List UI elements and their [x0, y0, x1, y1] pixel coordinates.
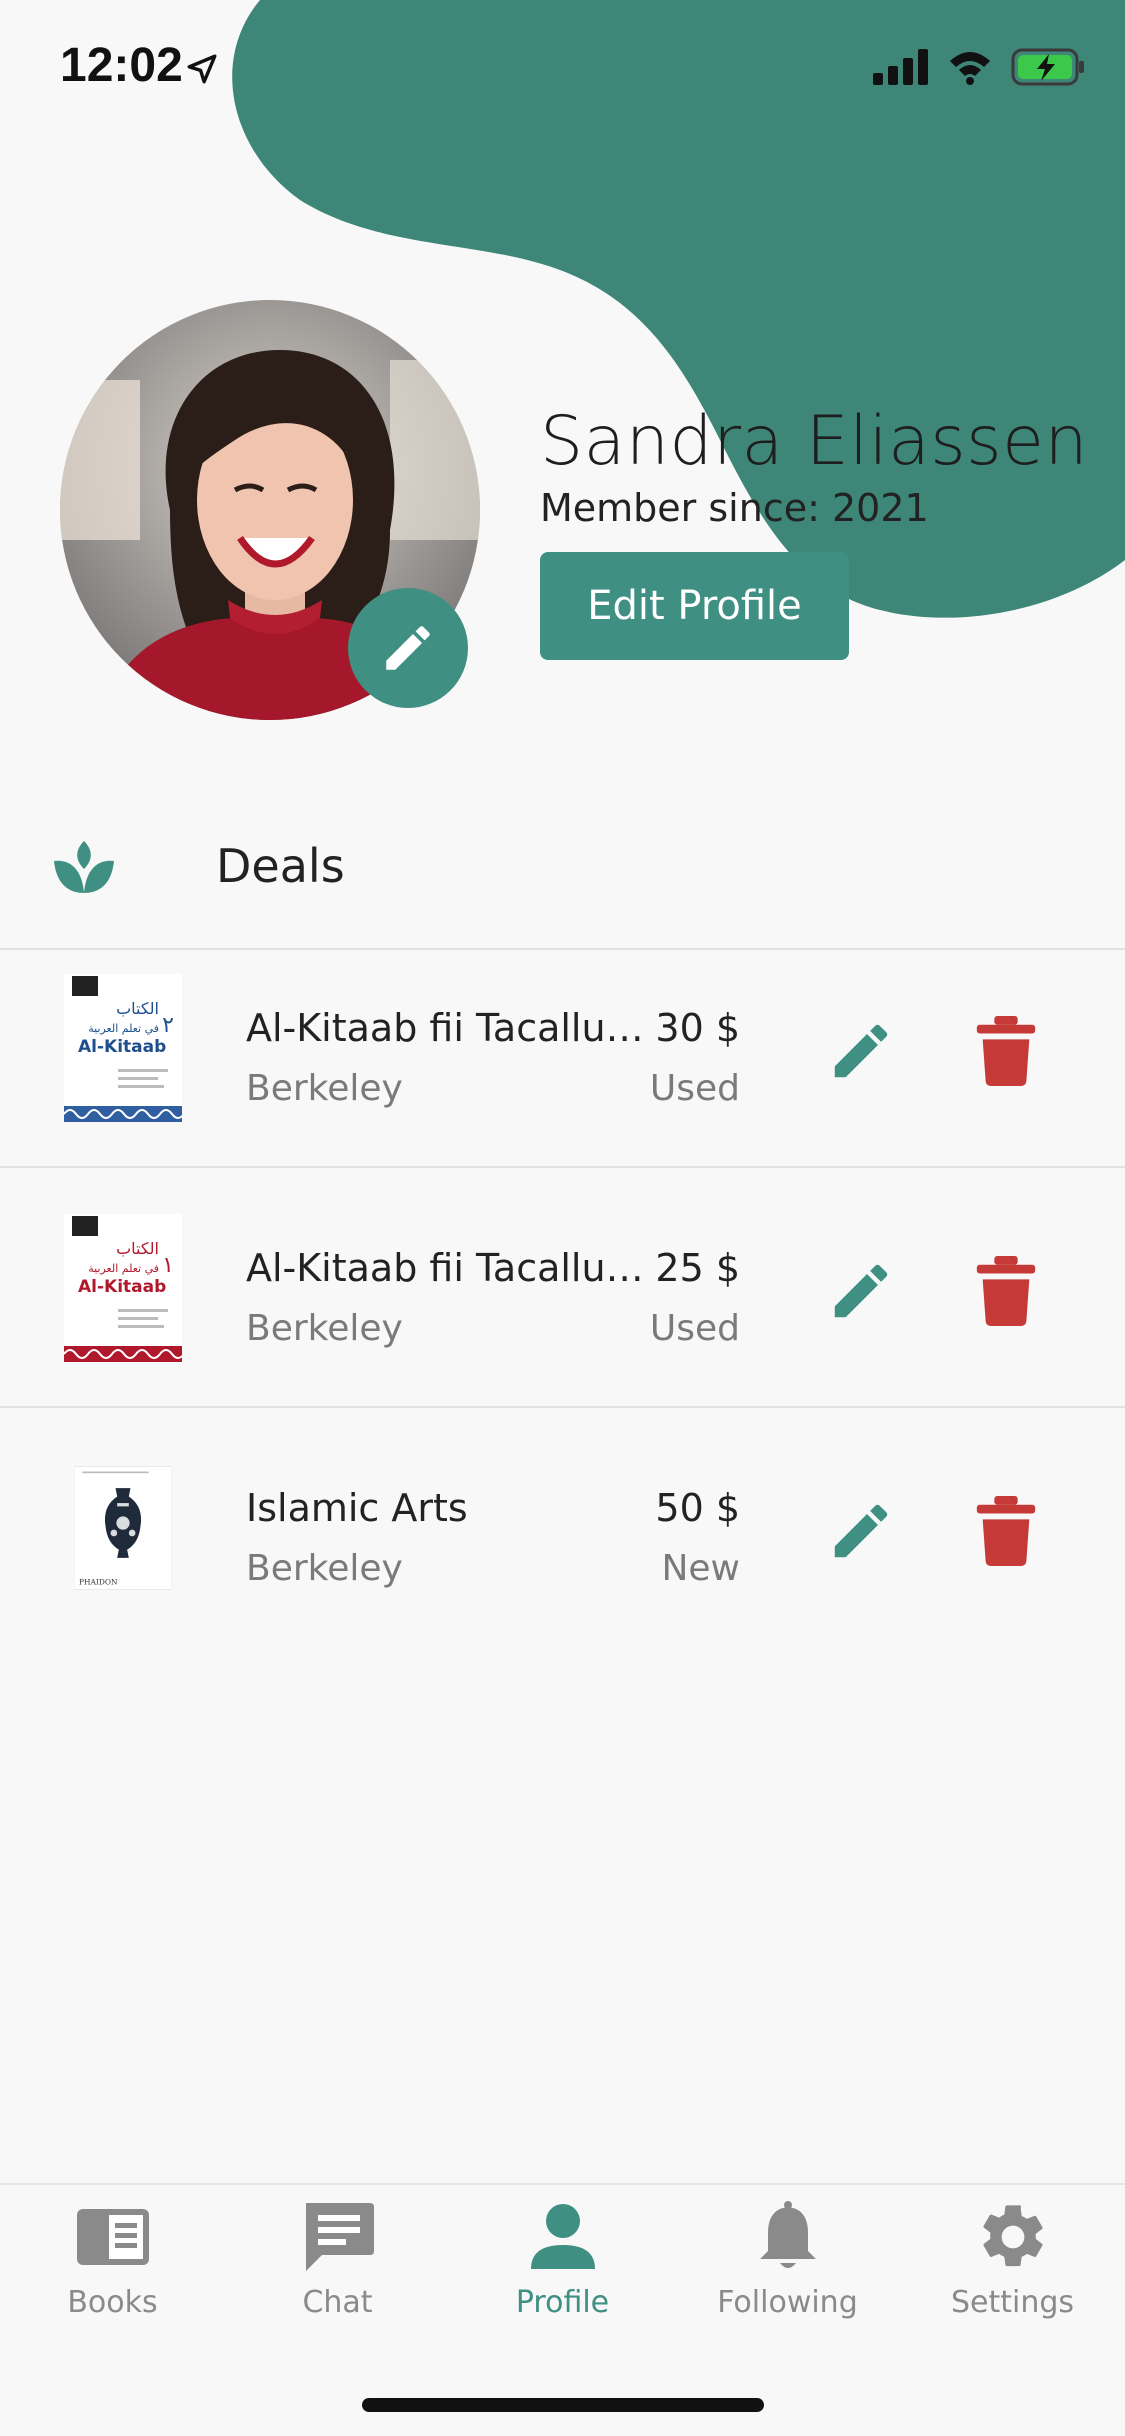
- location-arrow-icon: [187, 54, 217, 84]
- edit-avatar-button[interactable]: [348, 588, 468, 708]
- cellular-signal-icon: [873, 49, 928, 85]
- tab-settings[interactable]: Settings: [900, 2185, 1125, 2335]
- svg-text:PHAIDON: PHAIDON: [79, 1577, 118, 1586]
- tab-profile[interactable]: Profile: [450, 2185, 675, 2335]
- deal-price: 25 $: [655, 1246, 740, 1290]
- deal-row[interactable]: الكتاب في تعلم العربية ٢ Al-Kitaab Al-Ki…: [0, 950, 1125, 1190]
- deals-title: Deals: [216, 839, 345, 893]
- profile-screen: 12:02 Sandra Eliassen Member since: 2021…: [0, 0, 1125, 2436]
- delete-deal-trash-icon[interactable]: [976, 1496, 1036, 1566]
- deal-price: 30 $: [655, 1006, 740, 1050]
- edit-profile-button[interactable]: Edit Profile: [540, 552, 849, 660]
- wifi-icon: [950, 52, 990, 85]
- edit-deal-pencil-icon[interactable]: [826, 1256, 896, 1326]
- tab-label: Books: [67, 2285, 158, 2320]
- deal-row[interactable]: الكتاب في تعلم العربية ١ Al-Kitaab Al-Ki…: [0, 1190, 1125, 1430]
- book-icon: [77, 2209, 149, 2265]
- svg-text:١: ١: [162, 1253, 174, 1278]
- tab-label: Settings: [950, 2285, 1075, 2320]
- deal-city: Berkeley: [246, 1308, 403, 1349]
- battery-charging-icon: [1011, 48, 1084, 86]
- profile-name: Sandra Eliassen: [540, 402, 1089, 481]
- deal-title: Islamic Arts: [246, 1486, 468, 1530]
- tab-following[interactable]: Following: [675, 2185, 900, 2335]
- svg-text:الكتاب: الكتاب: [116, 1239, 159, 1258]
- person-icon: [531, 2204, 595, 2269]
- status-time: 12:02: [60, 39, 183, 92]
- member-since: Member since: 2021: [540, 486, 929, 530]
- deal-condition: Used: [649, 1308, 740, 1349]
- book-cover-image: الكتاب في تعلم العربية ٢ Al-Kitaab: [64, 974, 182, 1122]
- tab-label: Profile: [515, 2285, 610, 2320]
- tab-chat[interactable]: Chat: [225, 2185, 450, 2335]
- deal-condition: Used: [649, 1068, 740, 1109]
- delete-deal-trash-icon[interactable]: [976, 1256, 1036, 1326]
- sprout-icon: [54, 841, 114, 893]
- chat-icon: [306, 2203, 374, 2271]
- gear-icon: [983, 2205, 1043, 2267]
- deal-price: 50 $: [655, 1486, 740, 1530]
- divider: [0, 1406, 1125, 1408]
- deal-title: Al-Kitaab fii Tacallum ...: [246, 1006, 666, 1050]
- edit-deal-pencil-icon[interactable]: [826, 1016, 896, 1086]
- deal-condition: New: [661, 1548, 740, 1589]
- delete-deal-trash-icon[interactable]: [976, 1016, 1036, 1086]
- tab-label: Chat: [302, 2285, 373, 2320]
- svg-text:في تعلم العربية: في تعلم العربية: [88, 1022, 159, 1035]
- deals-section-header: Deals: [0, 815, 1125, 950]
- book-cover-image: الكتاب في تعلم العربية ١ Al-Kitaab: [64, 1214, 182, 1362]
- pencil-icon: [386, 626, 430, 670]
- svg-text:Al-Kitaab: Al-Kitaab: [78, 1277, 166, 1297]
- bell-icon: [760, 2201, 816, 2268]
- svg-text:Al-Kitaab: Al-Kitaab: [78, 1037, 166, 1057]
- deal-city: Berkeley: [246, 1068, 403, 1109]
- deal-row[interactable]: PHAIDON Islamic Arts 50 $ Berkeley New: [0, 1430, 1125, 1670]
- edit-deal-pencil-icon[interactable]: [826, 1496, 896, 1566]
- tab-books[interactable]: Books: [0, 2185, 225, 2335]
- home-indicator[interactable]: [362, 2398, 764, 2412]
- divider: [0, 1166, 1125, 1168]
- tab-label: Following: [717, 2285, 858, 2320]
- svg-text:٢: ٢: [162, 1013, 174, 1038]
- svg-text:في تعلم العربية: في تعلم العربية: [88, 1262, 159, 1275]
- deal-title: Al-Kitaab fii Tacallum ...: [246, 1246, 666, 1290]
- status-indicators: [873, 48, 1085, 86]
- deal-city: Berkeley: [246, 1548, 403, 1589]
- svg-text:الكتاب: الكتاب: [116, 999, 159, 1018]
- book-cover-image: PHAIDON: [74, 1466, 172, 1590]
